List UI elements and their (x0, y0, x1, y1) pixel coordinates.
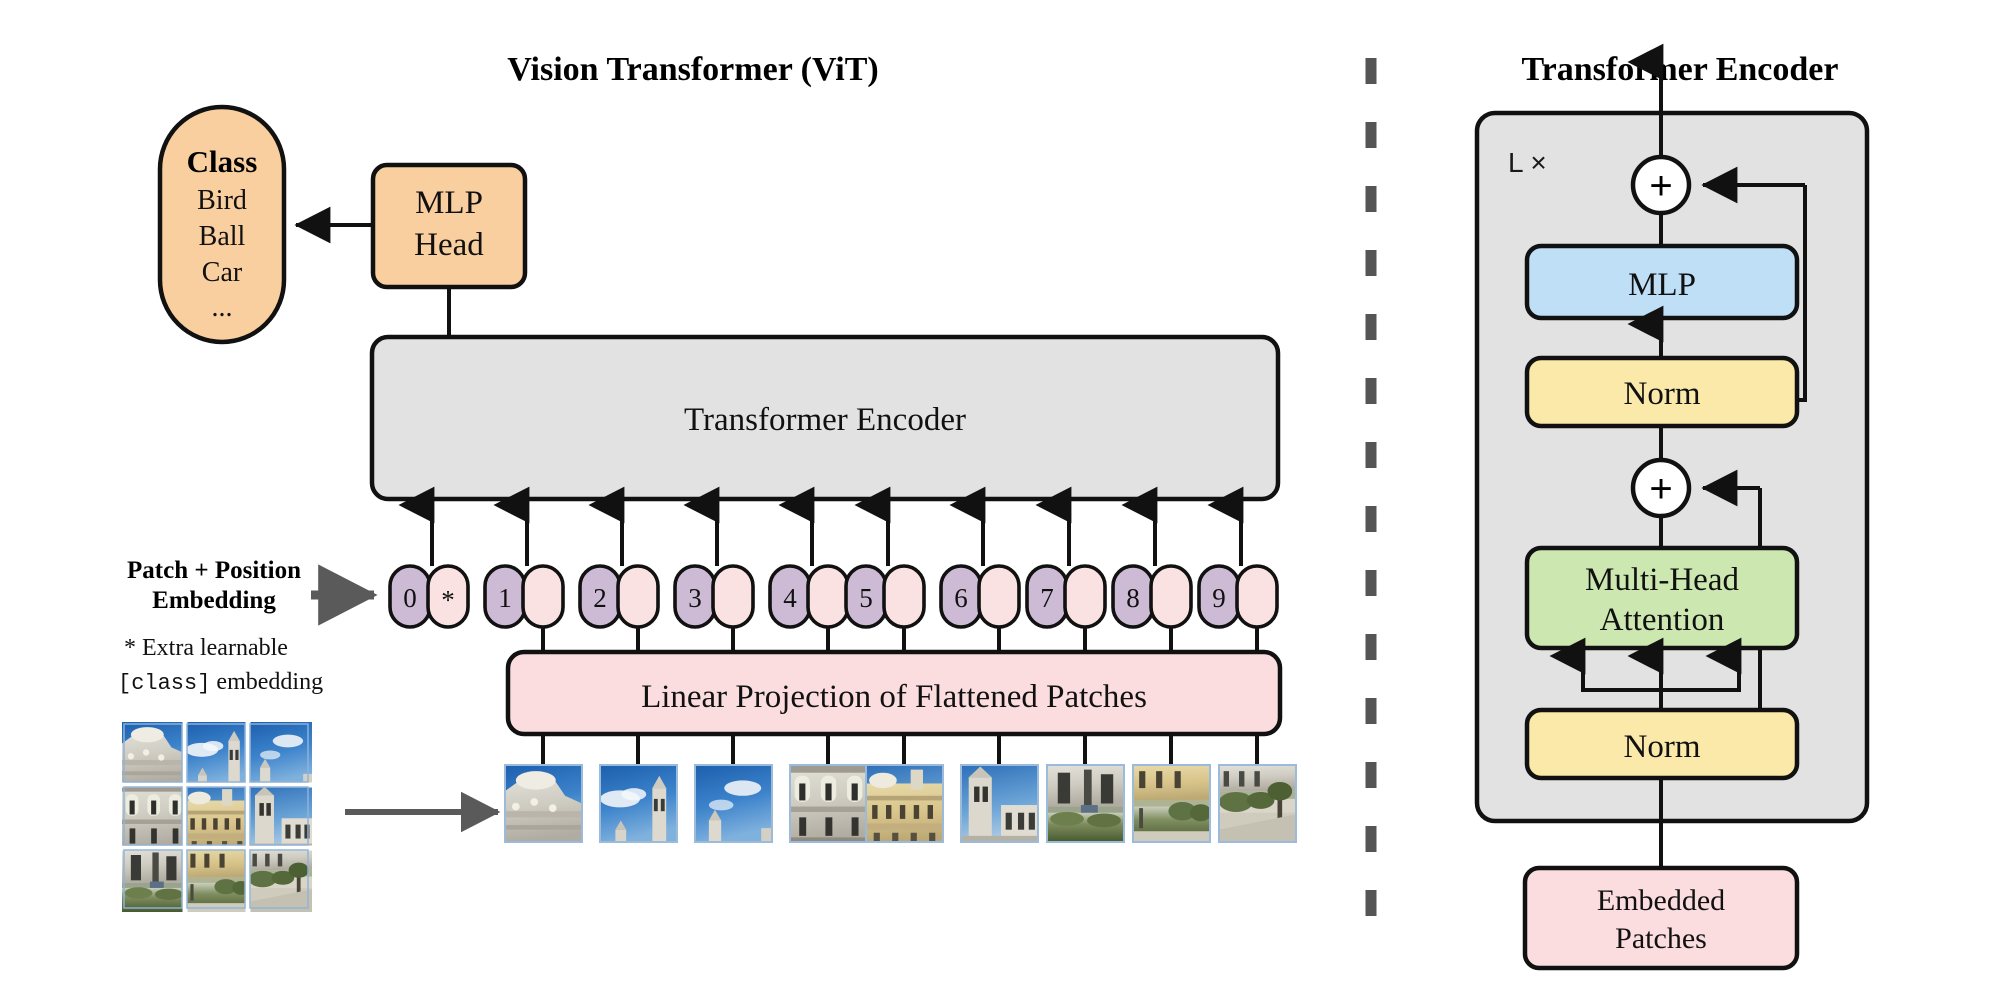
norm-upper-label: Norm (1624, 376, 1701, 412)
token-0-number: 0 (403, 583, 417, 613)
token-3-number: 3 (688, 583, 702, 613)
extra-note-mono: [class] (118, 671, 210, 696)
linear-projection-box[interactable]: Linear Projection of Flattened Patches (505, 649, 1283, 737)
embedded-patches-label-line2: Patches (1615, 922, 1707, 955)
patch-position-line2: Embedding (152, 587, 276, 614)
class-heading: Class (187, 144, 258, 179)
mlp-box-label: MLP (1628, 267, 1696, 303)
right-panel-title: Transformer Encoder (1522, 51, 1839, 88)
patch-thumb-3[interactable] (694, 764, 773, 843)
token-8-patch-capsule (1149, 564, 1193, 629)
token-embedding-row: 0 * 1 2 3 4 5 6 7 8 9 (388, 564, 1279, 629)
transformer-encoder-box[interactable]: Transformer Encoder (369, 334, 1281, 502)
token-4-patch-capsule (806, 564, 850, 629)
encoder-loop-count-label: L × (1508, 147, 1547, 178)
adder-upper[interactable]: + (1630, 154, 1692, 216)
mlp-box[interactable]: MLP (1524, 243, 1800, 321)
multi-head-attention-box[interactable]: Multi-Head Attention (1524, 545, 1800, 651)
patch-thumb-5[interactable] (865, 764, 944, 843)
patch-thumb-1[interactable] (504, 764, 583, 843)
vit-architecture-figure: Vision Transformer (ViT) Class Bird Ball… (0, 0, 2000, 1005)
flattened-patch-strip (504, 764, 1297, 843)
patch-thumb-6[interactable] (960, 764, 1039, 843)
patch-thumb-2[interactable] (599, 764, 678, 843)
token-9-number: 9 (1212, 583, 1226, 613)
adder-lower-plus: + (1649, 467, 1672, 511)
diagram-canvas: Vision Transformer (ViT) Class Bird Ball… (0, 0, 2000, 1005)
token-6-number: 6 (954, 583, 968, 613)
class-item-car: Car (202, 257, 243, 288)
patch-position-line1: Patch + Position (127, 557, 301, 584)
token-7-number: 7 (1040, 583, 1054, 613)
patch-thumb-8[interactable] (1132, 764, 1212, 843)
token-8-number: 8 (1126, 583, 1140, 613)
token-1-number: 1 (498, 583, 512, 613)
token-7-patch-capsule (1063, 564, 1107, 629)
multi-head-attention-label-line1: Multi-Head (1585, 562, 1739, 598)
class-item-ball: Ball (199, 221, 246, 252)
multi-head-attention-label-line2: Attention (1600, 602, 1725, 638)
mlp-head-box[interactable]: MLP Head (370, 162, 528, 290)
extra-note-tail: embedding (210, 669, 323, 695)
patch-thumb-4[interactable] (789, 764, 868, 843)
embedded-patches-label-line1: Embedded (1597, 884, 1725, 917)
patch-thumb-9[interactable] (1218, 764, 1297, 843)
extra-note-line1: * Extra learnable (124, 635, 288, 661)
mlp-head-shape (370, 162, 528, 290)
token-0-star: * (441, 585, 455, 615)
norm-lower-label: Norm (1624, 729, 1701, 765)
mlp-head-label-line2: Head (414, 227, 484, 263)
token-5-number: 5 (859, 583, 873, 613)
patch-thumb-7[interactable] (1046, 764, 1125, 843)
token-5-patch-capsule (882, 564, 926, 629)
mlp-head-label-line1: MLP (415, 185, 483, 221)
token-4-number: 4 (783, 583, 797, 613)
linear-projection-label: Linear Projection of Flattened Patches (641, 679, 1147, 715)
transformer-encoder-label: Transformer Encoder (684, 402, 966, 438)
token-2-patch-capsule (616, 564, 660, 629)
norm-upper-box[interactable]: Norm (1524, 355, 1800, 429)
source-image-thumbnail (122, 722, 312, 912)
class-output-capsule[interactable]: Class Bird Ball Car ... (157, 104, 287, 345)
source-image-grid[interactable] (122, 722, 312, 912)
extra-note-line2: [class] embedding (118, 669, 323, 696)
norm-lower-box[interactable]: Norm (1524, 707, 1800, 781)
token-6-patch-capsule (977, 564, 1021, 629)
left-panel-title: Vision Transformer (ViT) (507, 51, 878, 88)
embedded-patches-box[interactable]: Embedded Patches (1522, 865, 1800, 971)
class-item-ellipsis: ... (212, 292, 233, 323)
adder-lower[interactable]: + (1630, 457, 1692, 519)
adder-upper-plus: + (1649, 164, 1672, 208)
token-9-patch-capsule (1235, 564, 1279, 629)
token-3-patch-capsule (711, 564, 755, 629)
class-item-bird: Bird (197, 185, 247, 216)
token-2-number: 2 (593, 583, 607, 613)
token-1-patch-capsule (521, 564, 565, 629)
